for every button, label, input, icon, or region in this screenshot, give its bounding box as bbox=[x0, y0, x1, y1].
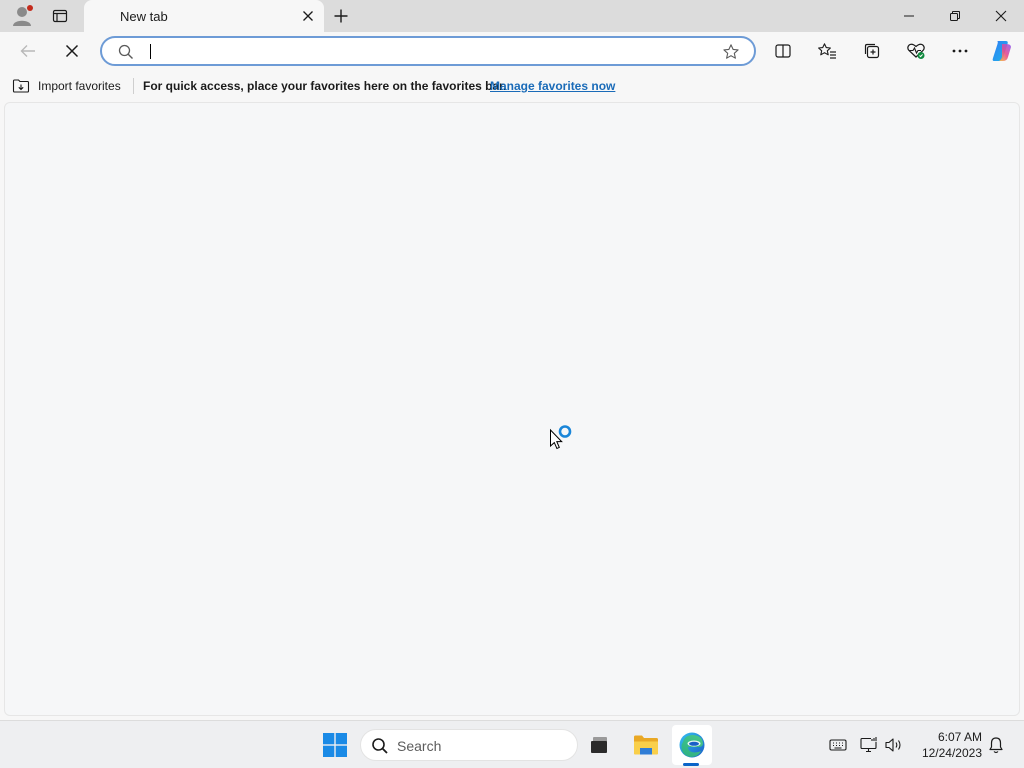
minimize-button[interactable] bbox=[886, 0, 932, 32]
browser-window: New tab Import favorites For quick acces… bbox=[0, 0, 1024, 768]
busy-cursor-icon bbox=[549, 423, 575, 456]
network-button[interactable] bbox=[858, 735, 880, 755]
search-icon bbox=[371, 737, 389, 760]
edge-icon bbox=[679, 732, 705, 758]
more-icon bbox=[952, 49, 968, 53]
favorites-bar: Import favorites For quick access, place… bbox=[0, 70, 1024, 102]
import-favorites-label: Import favorites bbox=[38, 79, 121, 93]
split-screen-icon bbox=[775, 44, 791, 58]
task-view-button[interactable] bbox=[580, 725, 620, 765]
new-tab-button[interactable] bbox=[322, 0, 360, 32]
start-button[interactable] bbox=[316, 726, 354, 764]
file-explorer-icon bbox=[634, 735, 658, 755]
profile-button[interactable] bbox=[3, 0, 41, 32]
address-bar[interactable] bbox=[100, 36, 756, 66]
restore-icon bbox=[950, 11, 960, 21]
collections-icon bbox=[864, 43, 880, 59]
volume-icon bbox=[885, 738, 901, 752]
network-icon bbox=[860, 736, 877, 753]
browser-essentials-icon bbox=[907, 43, 925, 59]
volume-button[interactable] bbox=[883, 735, 905, 755]
search-icon bbox=[118, 44, 134, 65]
address-input[interactable] bbox=[152, 41, 712, 61]
add-favorite-button[interactable] bbox=[722, 43, 740, 66]
close-window-button[interactable] bbox=[978, 0, 1024, 32]
browser-essentials-button[interactable] bbox=[900, 35, 932, 67]
close-icon bbox=[303, 11, 313, 21]
manage-favorites-link[interactable]: Manage favorites now bbox=[490, 79, 615, 93]
favorites-button[interactable] bbox=[811, 35, 843, 67]
import-favorites-button[interactable]: Import favorites bbox=[12, 77, 121, 95]
workspaces-button[interactable] bbox=[41, 0, 79, 32]
tab-close-button[interactable] bbox=[300, 8, 316, 24]
tab-title: New tab bbox=[120, 9, 168, 24]
windows-logo-icon bbox=[323, 733, 347, 757]
back-arrow-icon bbox=[20, 45, 35, 57]
split-screen-button[interactable] bbox=[767, 35, 799, 67]
page-content[interactable] bbox=[4, 102, 1020, 716]
tab-strip: New tab bbox=[0, 0, 1024, 32]
tab-new-tab[interactable]: New tab bbox=[84, 0, 324, 32]
copilot-button[interactable] bbox=[986, 35, 1018, 67]
favorites-icon bbox=[818, 43, 836, 59]
back-button[interactable] bbox=[12, 35, 44, 67]
star-icon bbox=[723, 44, 739, 59]
navigation-toolbar bbox=[0, 32, 1024, 70]
favorites-bar-message: For quick access, place your favorites h… bbox=[143, 79, 507, 93]
collections-button[interactable] bbox=[856, 35, 888, 67]
keyboard-icon bbox=[829, 739, 847, 751]
task-view-icon bbox=[591, 737, 607, 753]
stop-loading-button[interactable] bbox=[56, 35, 88, 67]
close-icon bbox=[995, 10, 1007, 22]
notification-dot bbox=[27, 5, 33, 11]
copilot-icon bbox=[992, 41, 1011, 61]
stop-icon bbox=[65, 44, 79, 58]
plus-icon bbox=[333, 8, 349, 24]
taskbar-search-box[interactable]: Search bbox=[360, 729, 578, 761]
text-caret bbox=[150, 44, 151, 59]
file-explorer-button[interactable] bbox=[626, 725, 666, 765]
settings-and-more-button[interactable] bbox=[944, 35, 976, 67]
edge-active-indicator bbox=[683, 763, 699, 766]
favorites-bar-divider bbox=[133, 78, 134, 94]
input-indicator-button[interactable] bbox=[827, 735, 849, 755]
restore-button[interactable] bbox=[932, 0, 978, 32]
taskbar-search-label: Search bbox=[397, 738, 442, 754]
clock-date: 12/24/2023 bbox=[921, 746, 982, 760]
minimize-icon bbox=[904, 15, 914, 17]
taskbar: Search 6:07 AM 12/24/2023 bbox=[0, 720, 1024, 768]
edge-taskbar-button[interactable] bbox=[672, 725, 712, 765]
bell-icon bbox=[989, 737, 1003, 754]
notifications-button[interactable] bbox=[985, 735, 1007, 755]
clock-time: 6:07 AM bbox=[937, 730, 982, 744]
import-folder-icon bbox=[12, 79, 30, 93]
clock-button[interactable]: 6:07 AM 12/24/2023 bbox=[912, 729, 982, 761]
workspaces-icon bbox=[52, 8, 68, 24]
